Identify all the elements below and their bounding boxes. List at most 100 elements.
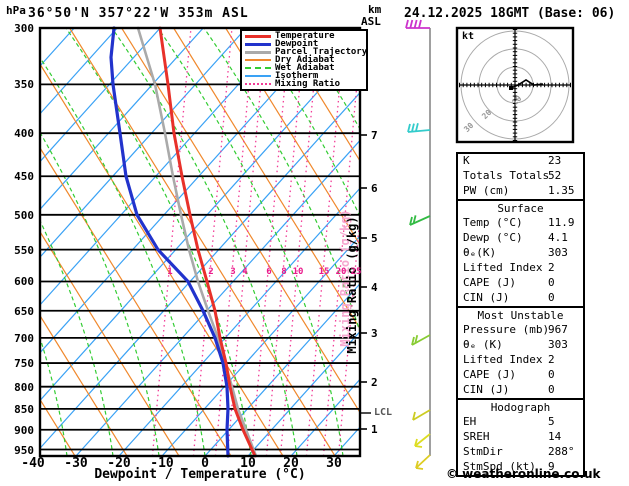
legend-swatch [245, 50, 271, 54]
table-row: θₑ(K) 303 [458, 246, 583, 261]
mixing-ratio-tick-label: 25 [350, 267, 362, 277]
copyright-notice: © weatheronline.co.uk [446, 467, 601, 481]
legend-swatch [245, 59, 271, 61]
table-row-label: Pressure (mb) [463, 323, 550, 336]
mixing-ratio-tick-label: 15 [318, 267, 330, 277]
table-row: StmDir 288° [458, 445, 583, 460]
table-row-label: Temp (°C) [463, 216, 523, 229]
isotherm-line [75, 139, 360, 456]
legend-item: Mixing Ratio [245, 79, 366, 89]
run-datetime: 24.12.2025 18GMT (Base: 06) [404, 6, 616, 21]
pressure-tick-label: 850 [14, 403, 34, 416]
table-row: EH 5 [458, 415, 583, 430]
pressure-tick-label: 900 [14, 424, 34, 437]
wind-barb [412, 409, 431, 421]
dry-adiabat-line [69, 28, 336, 456]
table-row-label: PW (cm) [463, 184, 510, 197]
wet-adiabat-line [65, 28, 252, 456]
table-row-value: 288° [548, 445, 575, 458]
wind-barb [411, 334, 431, 346]
isotherm-line [40, 28, 333, 354]
pressure-tick-label: 350 [14, 78, 34, 91]
wind-barb [415, 454, 431, 470]
km-tick-label: 6 [371, 182, 378, 195]
km-tick-label: 5 [371, 232, 378, 245]
pressure-tick-label: 650 [14, 305, 34, 318]
wind-barb [405, 19, 430, 29]
table-row: Temp (°C) 11.9 [458, 216, 583, 231]
pressure-tick-label: 600 [14, 275, 34, 288]
km-tick-label: 7 [371, 129, 378, 142]
table-section: K 23 Totals Totals 52 PW (cm) 1.35 [458, 154, 583, 199]
table-row: CAPE (J) 0 [458, 276, 583, 291]
pressure-tick-label: 800 [14, 381, 34, 394]
table-row: K 23 [458, 154, 583, 169]
table-row: PW (cm) 1.35 [458, 184, 583, 199]
table-row: CIN (J) 0 [458, 291, 583, 306]
temperature-curve [158, 26, 257, 458]
pressure-tick-label: 400 [14, 127, 34, 140]
mixing-ratio-tick-label: 10 [292, 267, 304, 277]
table-row-label: Lifted Index [463, 353, 543, 366]
legend-swatch [245, 34, 271, 38]
km-tick-label: 4 [371, 281, 378, 294]
table-row-value: 5 [548, 415, 555, 428]
table-row-value: 52 [548, 169, 562, 182]
station-title: 36°50'N 357°22'W 353m ASL [28, 6, 249, 21]
legend-label: Mixing Ratio [275, 79, 341, 89]
legend-swatch [245, 67, 271, 69]
table-row-value: 2 [548, 353, 555, 366]
mixing-ratio-tick-label: 6 [266, 267, 272, 277]
table-row-value: 0 [548, 368, 555, 381]
table-section-title: Hodograph [490, 401, 551, 414]
table-row: θₑ (K) 303 [458, 338, 583, 353]
table-row-value: 303 [548, 246, 568, 259]
lcl-marker-label: LCL [374, 407, 393, 418]
table-row-label: SREH [463, 430, 490, 443]
table-row-label: θₑ (K) [463, 338, 503, 351]
table-row-label: EH [463, 415, 477, 428]
mixing-ratio-line [265, 28, 306, 456]
table-row-label: Dewp (°C) [463, 231, 523, 244]
table-row-value: 14 [548, 430, 562, 443]
table-section: Surface Temp (°C) 11.9 Dewp (°C) 4.1 θₑ(K) 303… [458, 199, 583, 306]
table-section-title: Surface [497, 202, 544, 215]
mixing-ratio-tick-label: 2 [208, 267, 214, 277]
table-row-label: StmDir [463, 445, 503, 458]
pressure-tick-label: 550 [14, 244, 34, 257]
asl-axis-unit: ASL [361, 15, 381, 28]
mixing-ratio-tick-label: 4 [242, 267, 248, 277]
table-row-value: 0 [548, 276, 555, 289]
table-row-label: CIN (J) [463, 291, 510, 304]
table-section: Hodograph EH 5 SREH 14 StmDir 288° StmSpd (kt) 9 [458, 398, 583, 475]
pressure-tick-label: 500 [14, 209, 34, 222]
legend-swatch [245, 83, 271, 85]
dry-adiabat-line [40, 62, 284, 456]
table-row-value: 11.9 [548, 216, 575, 229]
mixing-ratio-line [151, 28, 192, 456]
km-tick-label: 3 [371, 327, 378, 340]
wind-barb [409, 215, 431, 226]
table-section-title: Most Unstable [477, 309, 564, 322]
table-row-label: CAPE (J) [463, 276, 516, 289]
table-row-label: CIN (J) [463, 383, 510, 396]
isotherm-line [118, 187, 360, 456]
table-row: Pressure (mb) 967 [458, 323, 583, 338]
x-axis-title: Dewpoint / Temperature (°C) [94, 467, 306, 482]
table-row-value: 303 [548, 338, 568, 351]
table-row-label: Totals Totals [463, 169, 550, 182]
table-section: Most Unstable Pressure (mb) 967 θₑ (K) 303 Li… [458, 306, 583, 398]
table-row: SREH 14 [458, 430, 583, 445]
table-row-label: K [463, 154, 470, 167]
table-row-label: θₑ(K) [463, 246, 497, 259]
table-row-label: CAPE (J) [463, 368, 516, 381]
pressure-tick-label: 750 [14, 357, 34, 370]
mixing-ratio-tick-label: 1 [167, 267, 173, 277]
table-row-value: 967 [548, 323, 568, 336]
table-row-value: 1.35 [548, 184, 575, 197]
km-tick-label: 1 [371, 423, 378, 436]
hodograph-origin-marker [509, 86, 513, 90]
table-row-value: 0 [548, 383, 555, 396]
legend-swatch [245, 42, 271, 46]
mixing-ratio-tick-label: 8 [281, 267, 287, 277]
